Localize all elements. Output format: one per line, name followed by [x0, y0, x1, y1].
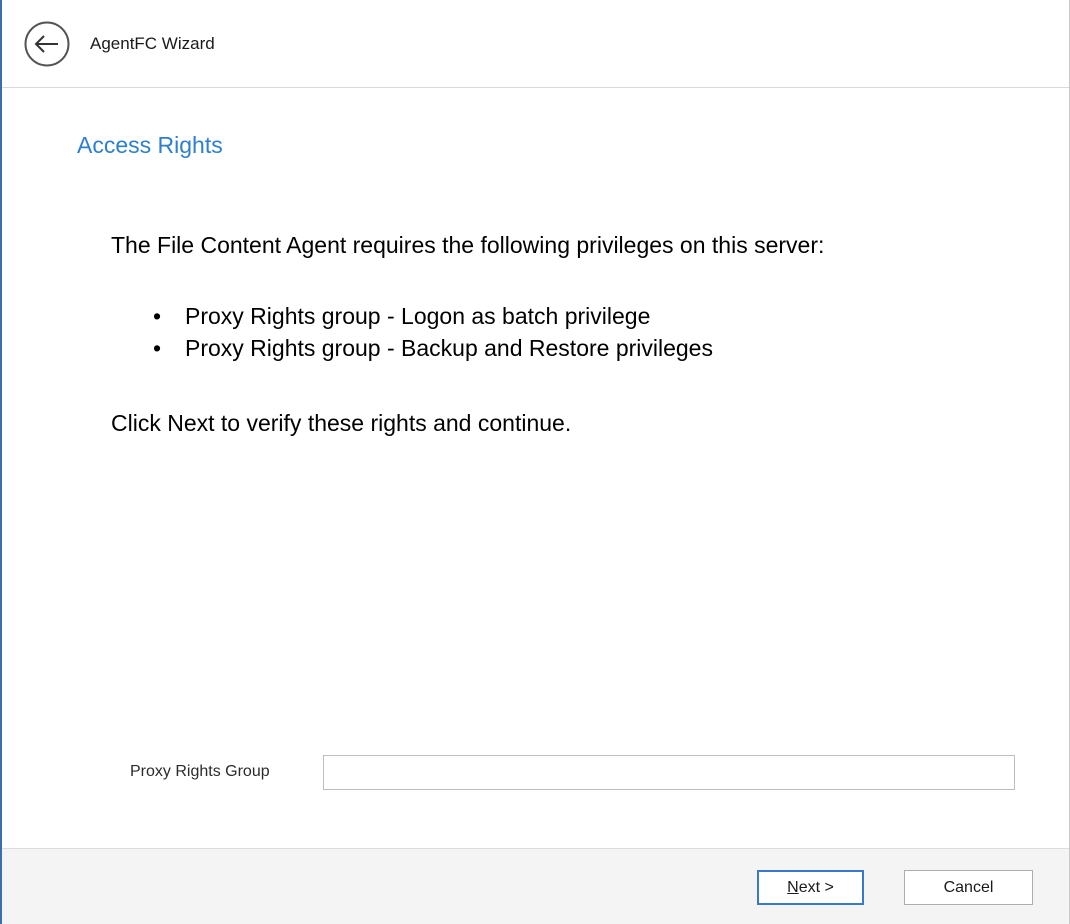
next-button[interactable]: Next > [757, 870, 864, 905]
intro-text: The File Content Agent requires the foll… [111, 232, 825, 258]
next-label: ext > [798, 879, 834, 896]
cancel-button[interactable]: Cancel [904, 870, 1033, 905]
next-mnemonic: N [787, 879, 799, 896]
proxy-rights-group-label: Proxy Rights Group [130, 763, 270, 780]
back-arrow-circle-icon [24, 21, 70, 67]
window-left-border [0, 0, 2, 924]
window-title: AgentFC Wizard [90, 34, 215, 53]
wizard-window: AgentFC Wizard Access Rights The File Co… [0, 0, 1070, 924]
bullet: • [153, 335, 162, 361]
requirement-text: Proxy Rights group - Backup and Restore … [185, 335, 713, 361]
title-bar: AgentFC Wizard [2, 0, 1069, 88]
requirement-text: Proxy Rights group - Logon as batch priv… [185, 303, 651, 329]
proxy-rights-group-input[interactable] [323, 755, 1015, 790]
bullet: • [153, 303, 162, 329]
page-title: Access Rights [77, 132, 223, 158]
instruction-text: Click Next to verify these rights and co… [111, 410, 572, 436]
back-button[interactable] [24, 21, 70, 67]
